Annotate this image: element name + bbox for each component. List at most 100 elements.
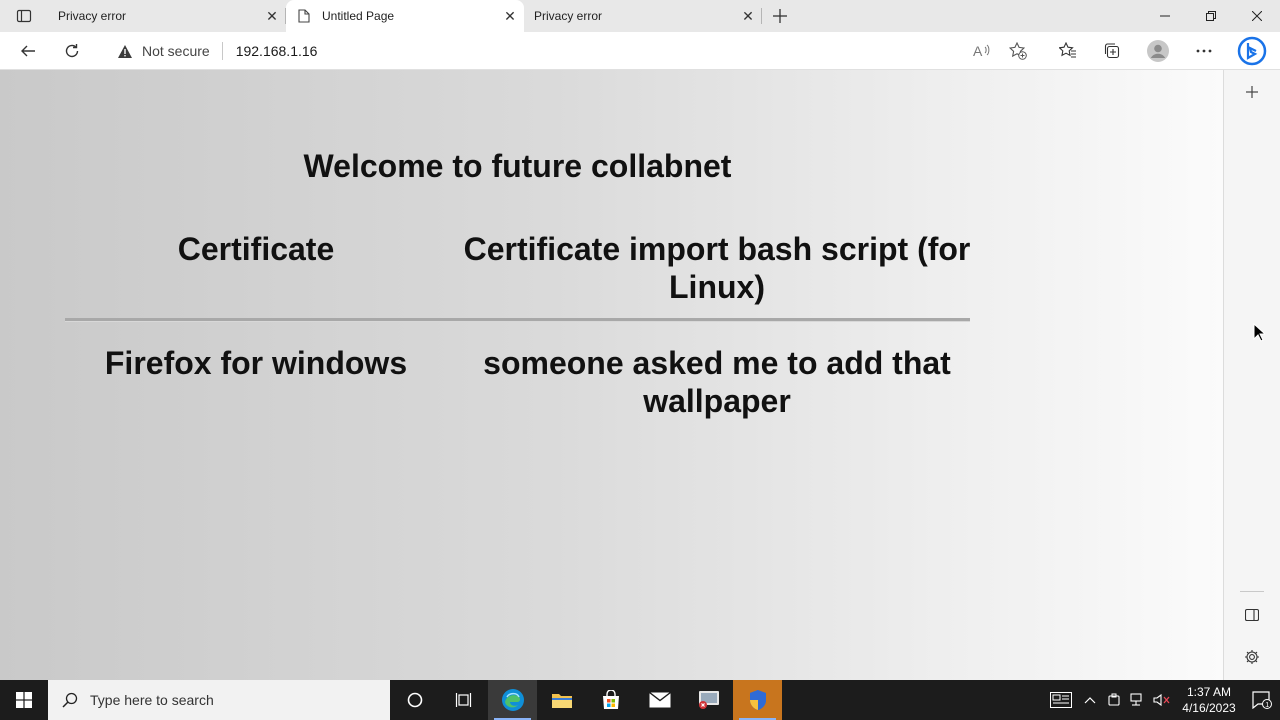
network-error-icon xyxy=(698,691,719,709)
tab-privacy-error-2[interactable]: Privacy error ✕ xyxy=(524,0,762,32)
mouse-cursor-icon xyxy=(1253,322,1267,347)
clock-date: 4/16/2023 xyxy=(1182,701,1236,715)
close-icon[interactable]: ✕ xyxy=(734,2,762,30)
favorites-icon xyxy=(1059,42,1076,58)
close-icon[interactable]: ✕ xyxy=(496,2,524,30)
add-favorite-button[interactable] xyxy=(996,32,1040,70)
svg-text:A: A xyxy=(973,43,983,59)
page-content: Welcome to future collabnet Certificate … xyxy=(0,70,1223,680)
row-separator xyxy=(65,318,970,322)
mail-icon xyxy=(648,692,671,708)
refresh-button[interactable] xyxy=(50,32,94,70)
chevron-up-icon xyxy=(1084,697,1096,704)
sidebar-add-button[interactable] xyxy=(1236,76,1268,108)
firefox-windows-link[interactable]: Firefox for windows xyxy=(62,340,450,420)
page-title: Welcome to future collabnet xyxy=(303,148,732,184)
start-button[interactable] xyxy=(0,680,48,720)
tray-app-button[interactable] xyxy=(1102,680,1126,720)
taskbar-security-app[interactable] xyxy=(733,680,782,720)
svg-text:1: 1 xyxy=(1265,702,1269,709)
cortana-button[interactable] xyxy=(390,680,439,720)
store-bag-icon xyxy=(602,690,619,709)
close-window-button[interactable] xyxy=(1234,0,1280,32)
show-hidden-icons-button[interactable] xyxy=(1078,680,1102,720)
table-row: Certificate Certificate import bash scri… xyxy=(62,226,972,306)
settings-more-button[interactable] xyxy=(1182,32,1226,70)
back-button[interactable] xyxy=(6,32,50,70)
security-status-label[interactable]: Not secure xyxy=(142,43,210,59)
task-view-button[interactable] xyxy=(439,680,488,720)
restore-icon xyxy=(1206,11,1216,21)
tab-title: Privacy error xyxy=(534,9,603,23)
tab-strip: Privacy error ✕ Untitled Page ✕ Privacy … xyxy=(0,0,1280,32)
certificate-link[interactable]: Certificate xyxy=(62,226,450,306)
minimize-button[interactable] xyxy=(1142,0,1188,32)
collections-button[interactable] xyxy=(1090,32,1134,70)
speaker-muted-icon xyxy=(1153,693,1170,707)
sidebar-divider xyxy=(1240,591,1264,592)
tab-title: Untitled Page xyxy=(322,9,395,23)
browser-toolbar: Not secure 192.168.1.16 A xyxy=(0,32,1280,70)
read-aloud-icon: A xyxy=(973,43,990,59)
collections-icon xyxy=(1104,43,1120,59)
edge-icon xyxy=(501,689,524,711)
volume-button[interactable] xyxy=(1150,680,1174,720)
page-icon xyxy=(296,8,312,24)
device-icon xyxy=(1108,693,1120,706)
plus-icon xyxy=(773,9,787,23)
warning-icon[interactable] xyxy=(116,42,134,60)
task-view-icon xyxy=(455,693,471,707)
window-controls xyxy=(1142,0,1280,32)
restore-button[interactable] xyxy=(1188,0,1234,32)
refresh-icon xyxy=(65,43,79,57)
search-placeholder: Type here to search xyxy=(90,692,214,708)
profile-button[interactable] xyxy=(1136,32,1180,70)
system-tray: 1:37 AM 4/16/2023 1 xyxy=(1044,680,1280,720)
url-text[interactable]: 192.168.1.16 xyxy=(236,43,318,59)
tab-untitled-page[interactable]: Untitled Page ✕ xyxy=(286,0,524,32)
hide-sidebar-button[interactable] xyxy=(1236,599,1268,631)
wallpaper-link[interactable]: someone asked me to add that wallpaper xyxy=(450,340,972,420)
address-divider xyxy=(221,42,223,60)
windows-logo-icon xyxy=(16,692,32,708)
action-center-button[interactable]: 1 xyxy=(1244,680,1280,720)
close-icon[interactable]: ✕ xyxy=(258,2,286,30)
link-table: Certificate Certificate import bash scri… xyxy=(62,226,972,420)
address-bar[interactable]: Not secure 192.168.1.16 xyxy=(102,35,1042,67)
taskbar-network-app[interactable] xyxy=(684,680,733,720)
taskbar-file-explorer[interactable] xyxy=(537,680,586,720)
bash-script-link[interactable]: Certificate import bash script (for Linu… xyxy=(450,226,972,306)
bing-icon xyxy=(1237,36,1267,66)
edge-sidebar xyxy=(1223,70,1280,680)
taskbar-search-box[interactable]: Type here to search xyxy=(48,680,390,720)
table-row: Firefox for windows someone asked me to … xyxy=(62,340,972,420)
tab-title: Privacy error xyxy=(58,9,127,23)
notification-icon: 1 xyxy=(1252,691,1272,709)
sidebar-settings-button[interactable] xyxy=(1236,641,1268,673)
news-widget-button[interactable] xyxy=(1044,680,1078,720)
back-arrow-icon xyxy=(21,45,35,56)
taskbar-mail[interactable] xyxy=(635,680,684,720)
cortana-circle-icon xyxy=(407,692,422,708)
tab-privacy-error-1[interactable]: Privacy error ✕ xyxy=(48,0,286,32)
taskbar-clock[interactable]: 1:37 AM 4/16/2023 xyxy=(1174,684,1244,716)
star-add-icon xyxy=(1009,42,1027,60)
news-icon xyxy=(1050,692,1072,708)
network-icon xyxy=(1130,693,1142,706)
taskbar-edge[interactable] xyxy=(488,680,537,720)
plus-icon xyxy=(1246,86,1258,98)
tab-actions-icon xyxy=(16,9,32,23)
close-icon xyxy=(1252,11,1262,21)
favorites-button[interactable] xyxy=(1046,32,1090,70)
sidebar-panel-icon xyxy=(1245,608,1259,622)
taskbar-store[interactable] xyxy=(586,680,635,720)
tab-actions-button[interactable] xyxy=(0,0,48,32)
clock-time: 1:37 AM xyxy=(1186,685,1232,699)
windows-taskbar: Type here to search 1:37 AM 4/16/2023 1 xyxy=(0,680,1280,720)
shield-icon xyxy=(749,690,766,710)
folder-icon xyxy=(551,694,572,708)
new-tab-button[interactable] xyxy=(762,0,798,32)
network-status-button[interactable] xyxy=(1126,680,1150,720)
avatar-icon xyxy=(1147,40,1169,62)
bing-chat-button[interactable] xyxy=(1230,32,1274,70)
